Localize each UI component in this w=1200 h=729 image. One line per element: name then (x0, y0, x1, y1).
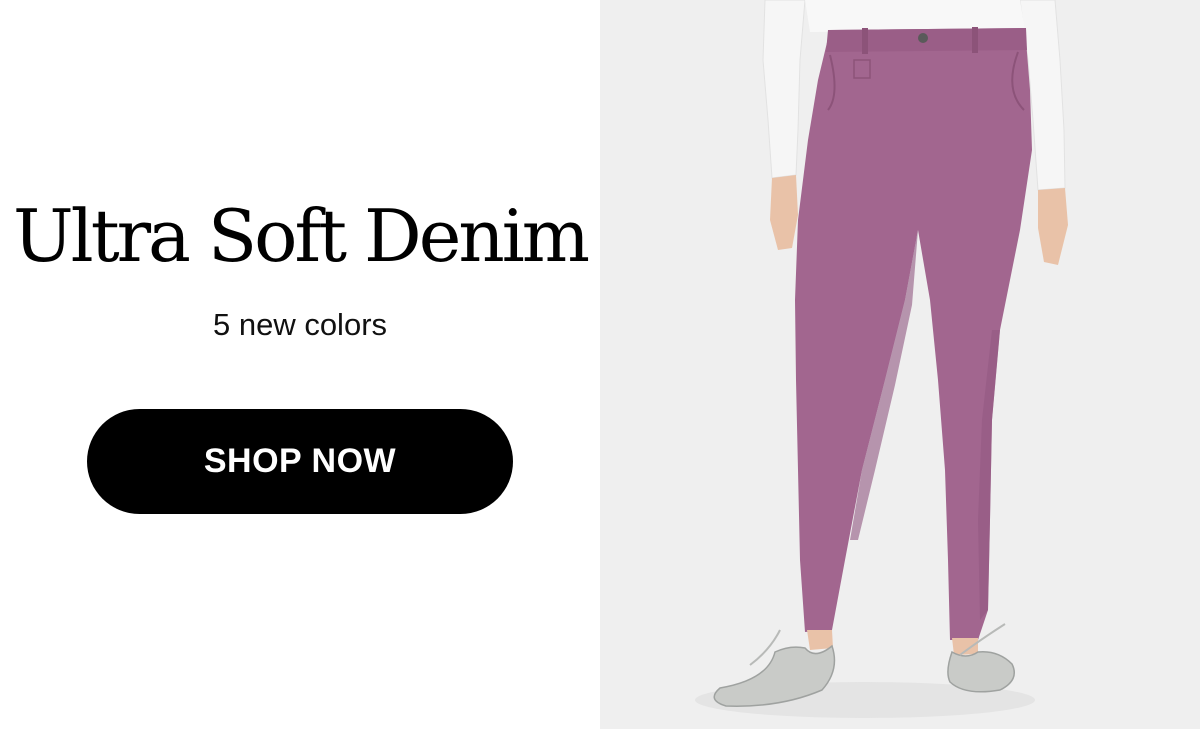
product-image-panel[interactable] (600, 0, 1200, 729)
promo-banner: Ultra Soft Denim 5 new colors SHOP NOW (0, 0, 1200, 729)
shop-now-button[interactable]: SHOP NOW (87, 409, 513, 514)
model-wearing-mauve-jeggings-icon[interactable] (600, 0, 1200, 729)
right-shoe (947, 650, 1015, 693)
shirt-body (805, 0, 1025, 32)
promo-text-panel: Ultra Soft Denim 5 new colors SHOP NOW (0, 0, 600, 729)
button-rivet (918, 33, 928, 43)
subheadline: 5 new colors (212, 307, 388, 342)
left-ankle (807, 630, 833, 650)
headline: Ultra Soft Denim (12, 194, 590, 278)
belt-loop-left (862, 28, 868, 54)
belt-loop-right (972, 27, 978, 53)
